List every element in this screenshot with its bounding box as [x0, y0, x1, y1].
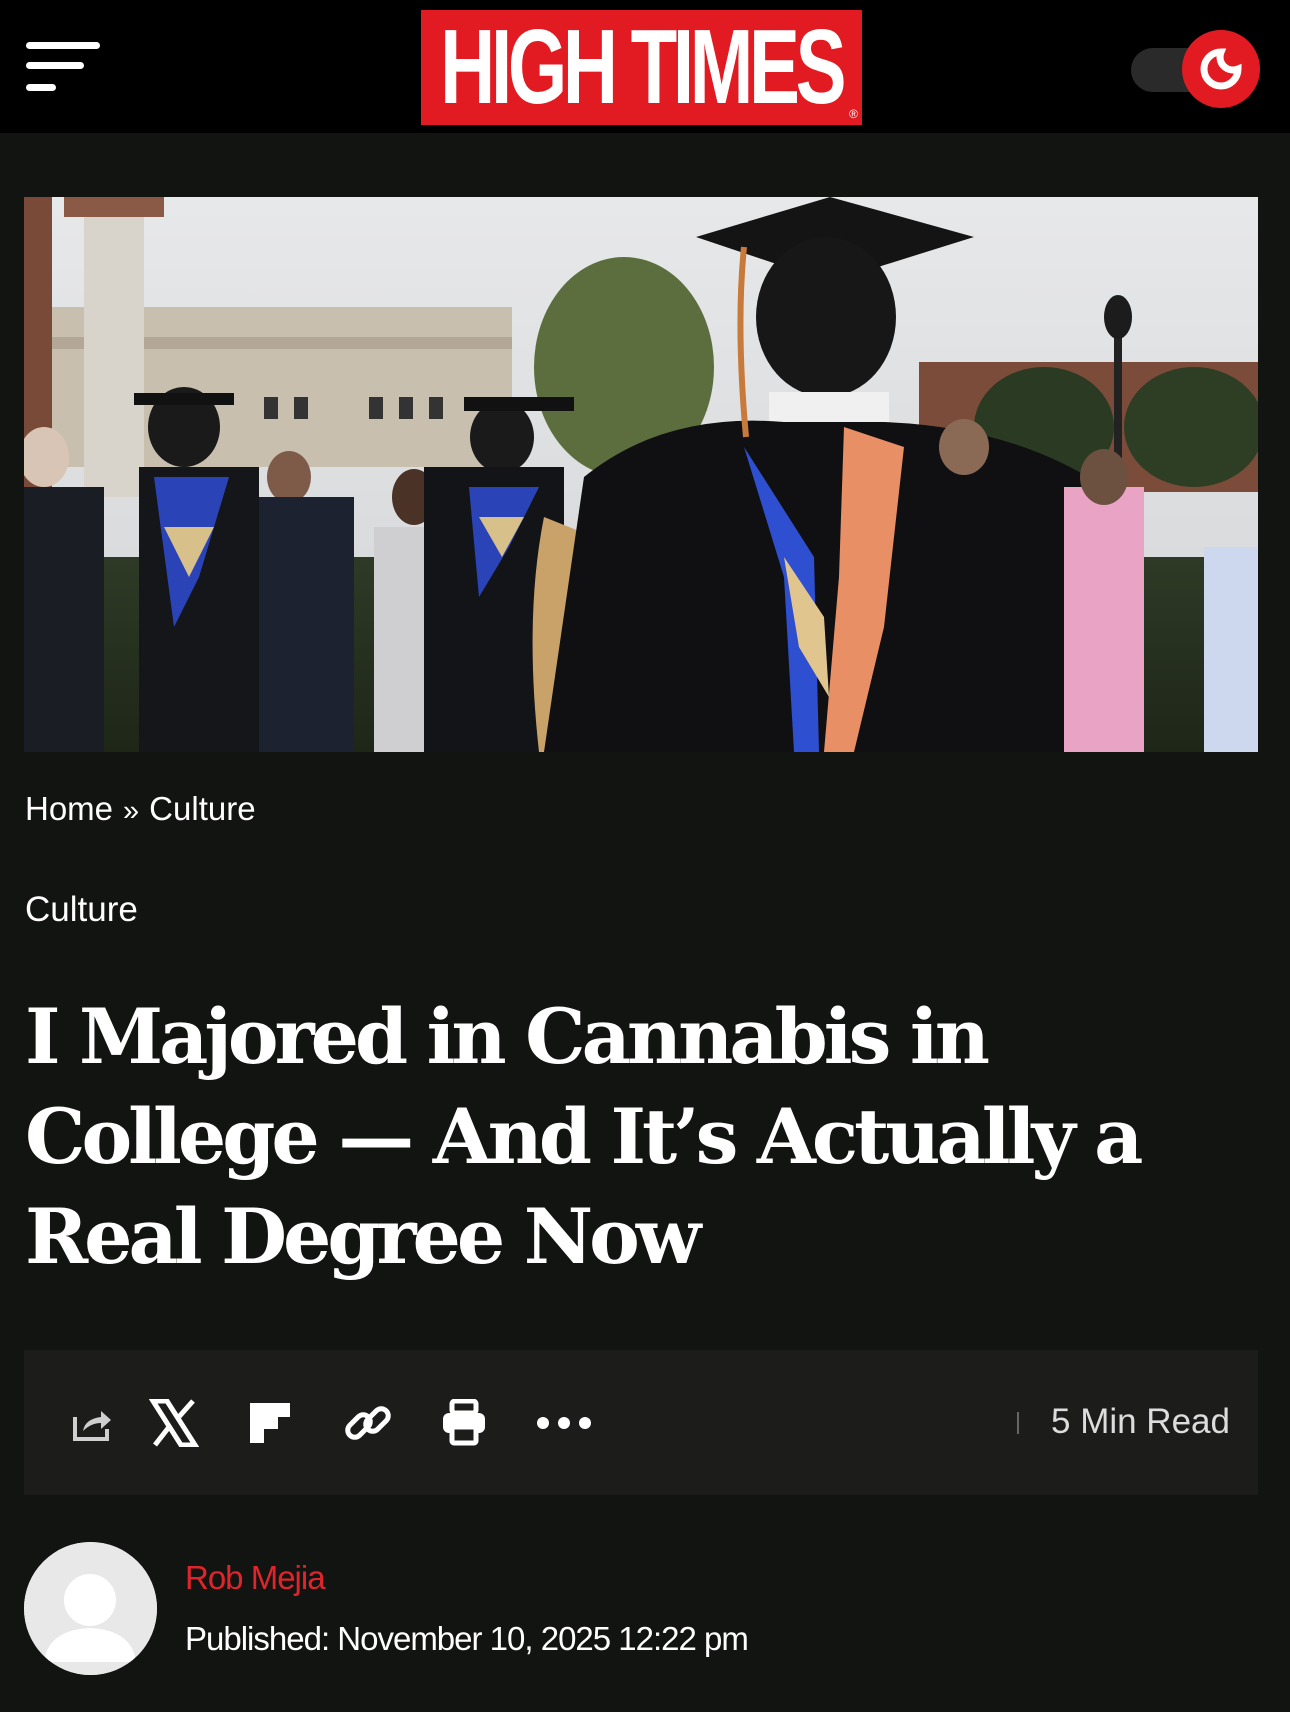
flipboard-icon[interactable]	[246, 1395, 294, 1451]
article-title: I Majored in Cannabis in College — And I…	[25, 992, 1143, 1281]
share-bar: 5 Min Read	[24, 1350, 1258, 1495]
published-date: Published: November 10, 2025 12:22 pm	[185, 1620, 749, 1657]
logo-text: HIGH TIMES	[440, 8, 846, 126]
link-icon[interactable]	[340, 1395, 396, 1451]
category-link[interactable]: Culture	[25, 890, 138, 930]
registered-mark: ®	[849, 107, 858, 121]
hamburger-menu-icon[interactable]	[26, 42, 102, 96]
x-icon[interactable]	[146, 1395, 202, 1451]
breadcrumb: Home » Culture	[25, 790, 256, 828]
breadcrumb-culture-link[interactable]: Culture	[149, 790, 255, 828]
print-icon[interactable]	[438, 1395, 490, 1451]
breadcrumb-home-link[interactable]: Home	[25, 790, 113, 828]
site-logo[interactable]: HIGH TIMES ®	[421, 10, 862, 125]
author-avatar[interactable]	[24, 1542, 157, 1675]
read-time-divider	[1017, 1412, 1019, 1434]
share-icon[interactable]	[68, 1395, 116, 1451]
breadcrumb-separator: »	[123, 795, 140, 827]
moon-icon[interactable]	[1182, 30, 1260, 108]
more-icon[interactable]	[534, 1395, 594, 1451]
read-time: 5 Min Read	[1051, 1402, 1230, 1441]
top-bar: HIGH TIMES ®	[0, 0, 1290, 133]
author-name-link[interactable]: Rob Mejia	[185, 1559, 326, 1597]
hero-image	[24, 197, 1258, 752]
